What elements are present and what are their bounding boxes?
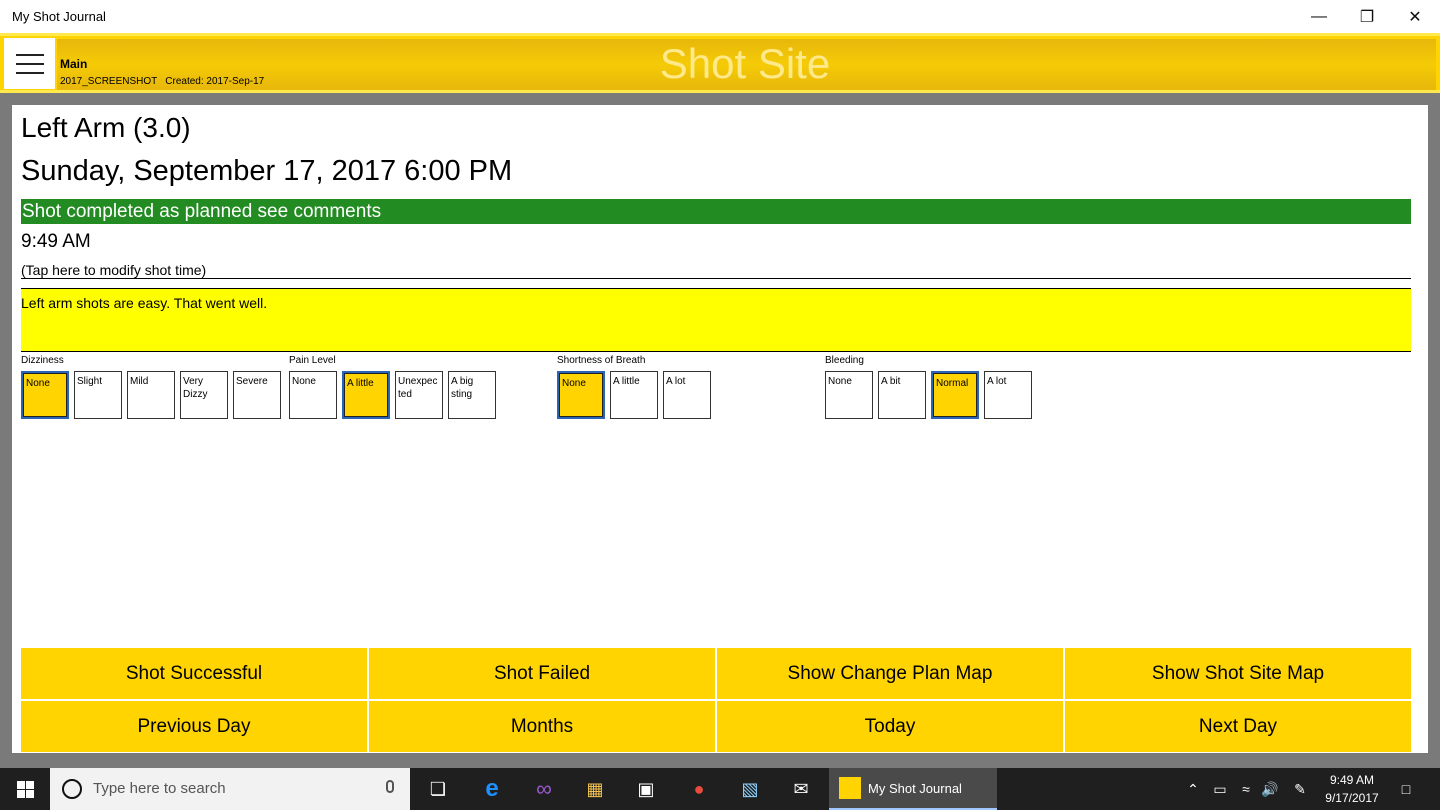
dizziness-option-very-dizzy[interactable]: Very Dizzy <box>180 371 228 419</box>
divider <box>21 278 1411 279</box>
pain-option-none[interactable]: None <box>289 371 337 419</box>
clock-date: 9/17/2017 <box>1325 791 1379 805</box>
show-change-plan-map-button[interactable]: Show Change Plan Map <box>717 648 1063 699</box>
notepad-icon[interactable]: ▧ <box>727 768 773 810</box>
microphone-icon[interactable] <box>386 780 394 793</box>
page-title: Shot Site <box>659 40 831 87</box>
breath-option-a-lot[interactable]: A lot <box>663 371 711 419</box>
months-button[interactable]: Months <box>369 701 715 752</box>
paint-icon[interactable]: ● <box>676 768 722 810</box>
shot-failed-button[interactable]: Shot Failed <box>369 648 715 699</box>
mail-icon[interactable]: ✉ <box>778 768 824 810</box>
bleeding-option-none[interactable]: None <box>825 371 873 419</box>
edge-browser-icon[interactable]: e <box>469 768 515 810</box>
pain-level-group: Pain Level None A little Unexpected A bi… <box>289 355 496 419</box>
window-title: My Shot Journal <box>12 9 106 24</box>
minimize-button[interactable]: — <box>1296 0 1342 33</box>
file-explorer-icon[interactable]: ▦ <box>572 768 618 810</box>
action-buttons: Shot Successful Shot Failed Show Change … <box>21 648 1411 752</box>
dizziness-option-slight[interactable]: Slight <box>74 371 122 419</box>
shot-time[interactable]: 9:49 AM <box>21 231 91 253</box>
clock-time: 9:49 AM <box>1329 773 1375 787</box>
breath-option-none[interactable]: None <box>557 371 605 419</box>
today-button[interactable]: Today <box>717 701 1063 752</box>
show-shot-site-map-button[interactable]: Show Shot Site Map <box>1065 648 1411 699</box>
bleeding-option-a-lot[interactable]: A lot <box>984 371 1032 419</box>
bleeding-group: Bleeding None A bit Normal A lot <box>825 355 1032 419</box>
pain-option-a-big-sting[interactable]: A big sting <box>448 371 496 419</box>
taskbar: Type here to search ❏ e ∞ ▦ ▣ ● ▧ ✉ My S… <box>0 768 1440 810</box>
comments-field[interactable]: Left arm shots are easy. That went well. <box>21 288 1411 352</box>
breath-option-a-little[interactable]: A little <box>610 371 658 419</box>
dizziness-option-mild[interactable]: Mild <box>127 371 175 419</box>
group-label: Pain Level <box>289 355 336 366</box>
group-label: Bleeding <box>825 355 864 366</box>
show-hidden-icons-icon[interactable]: ⌃ <box>1182 768 1204 810</box>
window-titlebar: My Shot Journal — ❐ ✕ <box>0 0 1440 33</box>
dizziness-option-none[interactable]: None <box>21 371 69 419</box>
volume-icon[interactable]: 🔊 <box>1258 768 1282 810</box>
visual-studio-icon[interactable]: ∞ <box>521 768 567 810</box>
previous-day-button[interactable]: Previous Day <box>21 701 367 752</box>
modify-time-link[interactable]: (Tap here to modify shot time) <box>21 262 206 278</box>
pain-option-unexpected[interactable]: Unexpected <box>395 371 443 419</box>
notifications-icon[interactable]: □ <box>1392 768 1420 810</box>
shortness-of-breath-group: Shortness of Breath None A little A lot <box>557 355 711 419</box>
dizziness-group: Dizziness None Slight Mild Very Dizzy Se… <box>21 355 281 419</box>
dizziness-option-severe[interactable]: Severe <box>233 371 281 419</box>
battery-icon[interactable]: ▭ <box>1208 768 1232 810</box>
shot-date: Sunday, September 17, 2017 6:00 PM <box>21 155 513 187</box>
task-view-icon[interactable]: ❏ <box>415 768 461 810</box>
cortana-icon <box>62 779 82 799</box>
active-app-label: My Shot Journal <box>868 781 962 796</box>
restore-button[interactable]: ❐ <box>1344 0 1390 33</box>
store-icon[interactable]: ▣ <box>623 768 669 810</box>
shot-successful-button[interactable]: Shot Successful <box>21 648 367 699</box>
next-day-button[interactable]: Next Day <box>1065 701 1411 752</box>
close-button[interactable]: ✕ <box>1392 0 1438 33</box>
pen-icon[interactable]: ✎ <box>1288 768 1312 810</box>
group-label: Dizziness <box>21 355 64 366</box>
taskbar-search-box[interactable]: Type here to search <box>50 768 410 810</box>
group-label: Shortness of Breath <box>557 355 646 366</box>
search-placeholder: Type here to search <box>93 780 226 797</box>
taskbar-active-app[interactable]: My Shot Journal <box>829 768 997 810</box>
shot-site-name: Left Arm (3.0) <box>21 112 191 143</box>
shot-status-banner: Shot completed as planned see comments <box>21 199 1411 224</box>
bleeding-option-normal[interactable]: Normal <box>931 371 979 419</box>
bleeding-option-a-bit[interactable]: A bit <box>878 371 926 419</box>
app-icon <box>839 777 861 799</box>
wifi-icon[interactable]: ≈ <box>1234 768 1258 810</box>
taskbar-clock[interactable]: 9:49 AM 9/17/2017 <box>1318 771 1386 807</box>
windows-start-icon[interactable] <box>0 768 50 810</box>
pain-option-a-little[interactable]: A little <box>342 371 390 419</box>
